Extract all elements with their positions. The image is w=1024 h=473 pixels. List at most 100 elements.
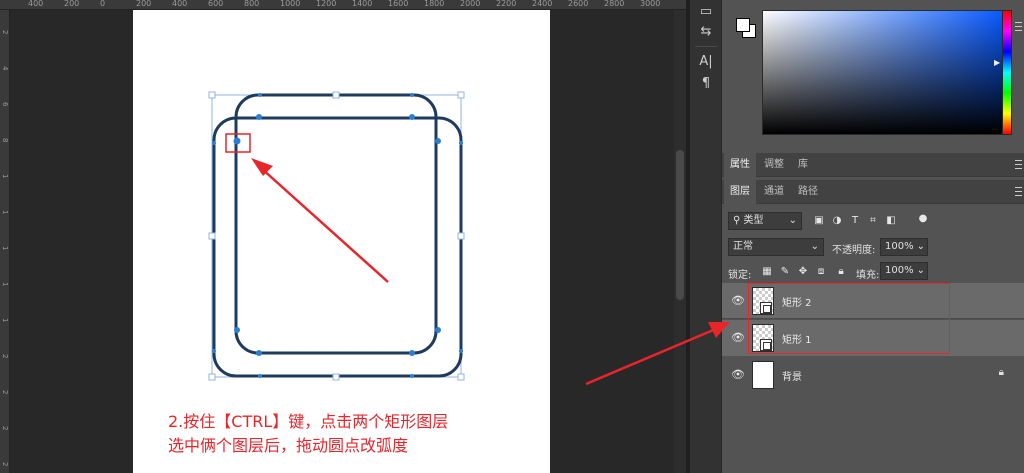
- lock-label: 锁定:: [728, 270, 752, 281]
- radius-anchor: [256, 114, 262, 120]
- handle-bottom-center: [332, 373, 340, 381]
- vertical-ruler: 2 4 6 8 1 1 1 1 1 2 2 2 2: [0, 10, 10, 473]
- adjust-filter-icon[interactable]: ◑: [832, 216, 842, 226]
- blend-mode-value: 正常: [733, 241, 753, 252]
- toggle-filter-icon[interactable]: ●: [918, 214, 928, 224]
- ruler-tick-label: 1800: [424, 0, 445, 8]
- properties-panel-menu-icon[interactable]: [1015, 160, 1022, 169]
- lock-artboard-icon[interactable]: ⧈: [816, 267, 826, 277]
- tab-properties[interactable]: 属性: [724, 153, 756, 177]
- path-point: [258, 93, 262, 97]
- ruler-tick-label: 3000: [640, 0, 661, 8]
- ruler-tick-label: 2400: [532, 0, 553, 8]
- handle-top-left: [208, 91, 216, 99]
- color-panel-menu-icon[interactable]: [1015, 22, 1022, 31]
- radius-anchor: [409, 350, 415, 356]
- chevron-down-icon: ⌄: [810, 241, 819, 252]
- shape-filter-icon[interactable]: ⌗: [868, 216, 878, 226]
- ruler-tick-label: 6: [1, 102, 9, 107]
- layers-panel-menu-icon[interactable]: [1015, 187, 1022, 196]
- annotation-arrow-line: [260, 167, 389, 283]
- opacity-label: 不透明度:: [832, 245, 876, 256]
- image-filter-icon[interactable]: ▣: [814, 216, 824, 226]
- ruler-tick-label: 800: [244, 0, 260, 8]
- ruler-tick-label: 400: [28, 0, 44, 8]
- layer-row-background[interactable]: 👁︎ 背景 🔒︎: [722, 357, 1024, 393]
- radius-anchor-active: [233, 137, 241, 145]
- path-point: [459, 141, 463, 145]
- radius-anchor: [435, 327, 441, 333]
- ruler-tick-label: 4: [1, 66, 9, 71]
- smart-filter-icon[interactable]: ◧: [886, 216, 896, 226]
- path-point: [459, 349, 463, 353]
- ruler-tick-label: 2200: [496, 0, 517, 8]
- tab-layers[interactable]: 图层: [724, 180, 756, 204]
- lock-position-icon[interactable]: ✥: [798, 267, 808, 277]
- tab-channels[interactable]: 通道: [758, 180, 790, 204]
- foreground-color-swatch[interactable]: [736, 18, 750, 32]
- type-filter-icon[interactable]: T: [850, 216, 860, 226]
- text-icon[interactable]: A|: [696, 52, 716, 72]
- fill-input[interactable]: 100% ⌄: [880, 262, 928, 280]
- eye-icon[interactable]: 👁︎: [730, 293, 746, 309]
- right-panel: ▶ 属性 调整 库 图层 通道 路径 ⚲ 类型 ⌄ ▣ ◑ T ⌗ ◧ ● 正常…: [722, 0, 1024, 473]
- ruler-tick-label: 600: [208, 0, 224, 8]
- chevron-down-icon: ⌄: [916, 241, 925, 252]
- rectangle-2-shape: [234, 93, 438, 355]
- ruler-tick-label: 0: [100, 0, 106, 8]
- ruler-tick-label: 1600: [388, 0, 409, 8]
- fill-label: 填充:: [856, 270, 880, 281]
- radius-anchor: [435, 138, 441, 144]
- color-picker-panel: ▶: [722, 0, 1024, 148]
- ruler-tick-label: 8: [1, 138, 9, 143]
- ruler-tick-label: 1: [1, 318, 9, 323]
- document-canvas[interactable]: [133, 10, 550, 473]
- lock-image-icon[interactable]: ✎: [780, 267, 790, 277]
- handle-middle-right: [457, 232, 465, 240]
- handle-top-center: [332, 91, 340, 99]
- ruler-tick-label: 2: [1, 30, 9, 35]
- path-point: [258, 374, 262, 378]
- layer-name[interactable]: 背景: [782, 368, 802, 383]
- tool-separator: [695, 46, 717, 47]
- opacity-input[interactable]: 100% ⌄: [880, 238, 928, 256]
- layers-tab-bar: 图层 通道 路径: [722, 180, 1024, 204]
- layers-annotation-arrow: [585, 322, 730, 386]
- tab-libraries[interactable]: 库: [792, 153, 814, 177]
- ruler-tick-label: 1: [1, 210, 9, 215]
- lock-transparent-icon[interactable]: ▦: [762, 267, 772, 277]
- shape-artwork[interactable]: [133, 10, 550, 473]
- lock-all-icon[interactable]: 🔒︎: [836, 267, 846, 277]
- opacity-value: 100%: [885, 241, 914, 252]
- ruler-tick-label: 1: [1, 246, 9, 251]
- handle-bottom-left: [208, 373, 216, 381]
- ruler-tick-label: 1: [1, 174, 9, 179]
- swap-icon[interactable]: ⇆: [696, 22, 716, 42]
- layer-filter-select[interactable]: ⚲ 类型 ⌄: [728, 212, 802, 230]
- hue-slider-marker-icon[interactable]: ▶: [994, 58, 1000, 67]
- handle-top-right: [457, 91, 465, 99]
- color-field[interactable]: [762, 10, 1012, 135]
- fill-value: 100%: [885, 265, 914, 276]
- paragraph-icon[interactable]: ¶: [696, 74, 716, 94]
- hue-slider[interactable]: [1002, 10, 1012, 135]
- scrollbar-thumb[interactable]: [676, 150, 684, 300]
- tab-adjustments[interactable]: 调整: [758, 153, 790, 177]
- ruler-tick-label: 400: [172, 0, 188, 8]
- lock-icon: 🔒︎: [998, 367, 1004, 378]
- horizontal-ruler: 400 200 0 200 400 600 800 1000 1200 1400 1600 1800 2…: [0, 0, 686, 10]
- layer-thumbnail: [752, 361, 774, 389]
- layer-filter-label: 类型: [743, 215, 764, 226]
- speech-icon[interactable]: ▭: [696, 2, 716, 22]
- tab-paths[interactable]: 路径: [792, 180, 824, 204]
- instruction-annotation: 2.按住【CTRL】键，点击两个矩形图层 选中俩个图层后，拖动圆点改弧度: [168, 412, 449, 455]
- canvas-vertical-scrollbar[interactable]: [674, 10, 686, 473]
- ruler-tick-label: 2: [1, 462, 9, 467]
- path-point: [410, 93, 414, 97]
- rectangle-1-shape: [212, 116, 463, 378]
- handle-bottom-right: [457, 373, 465, 381]
- ruler-tick-label: 2000: [460, 0, 481, 8]
- panel-tool-strip: ▭ ⇆ A| ¶: [690, 0, 722, 473]
- blend-mode-select[interactable]: 正常 ⌄: [728, 238, 824, 256]
- handle-middle-left: [208, 232, 216, 240]
